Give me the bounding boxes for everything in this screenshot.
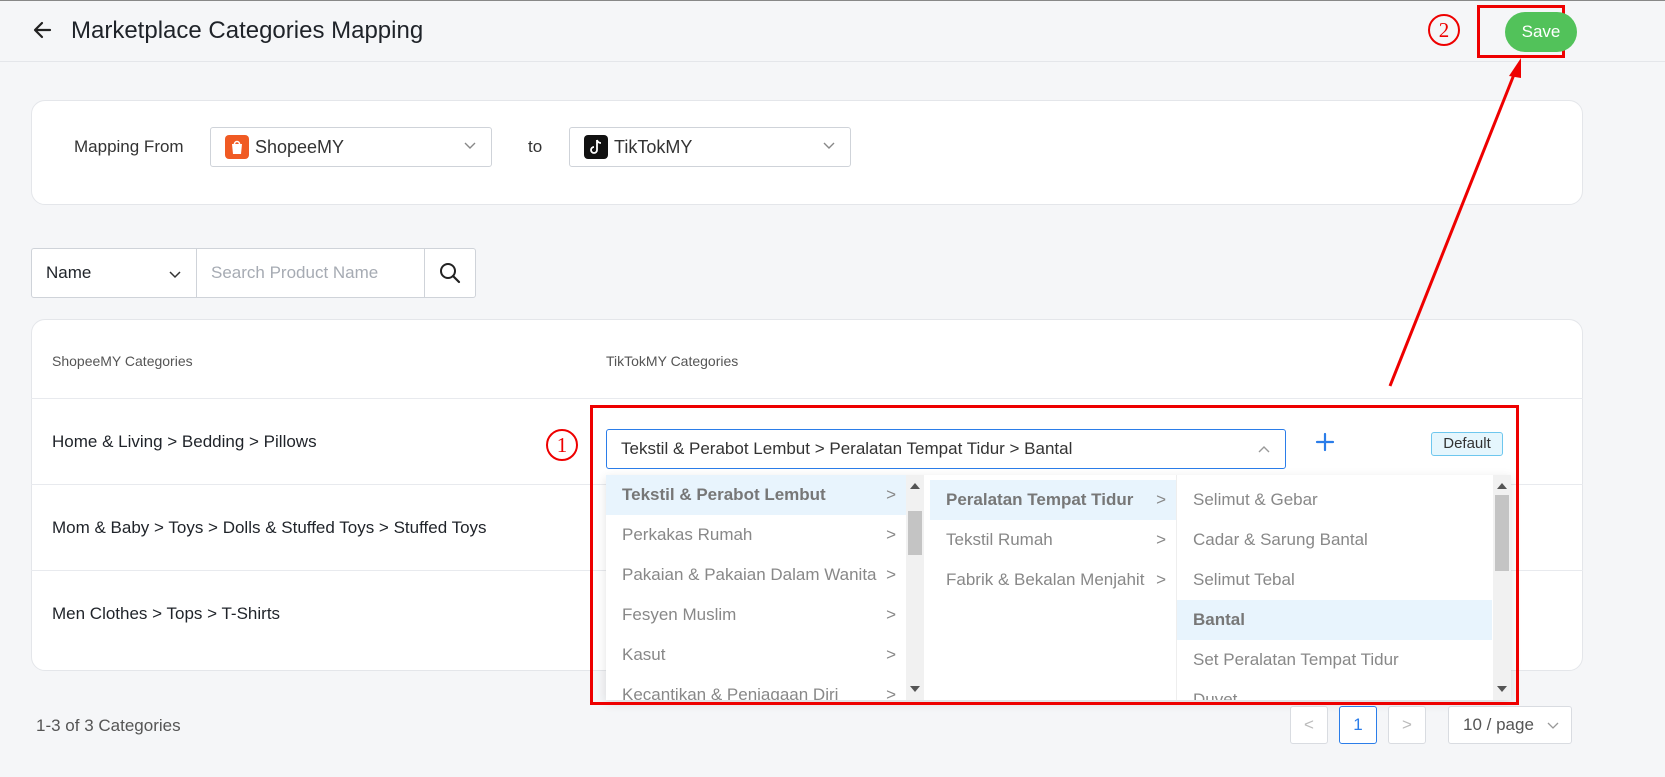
top-border: [0, 0, 1665, 1]
mapping-from-select[interactable]: ShopeeMY: [210, 127, 492, 167]
mapping-to-select[interactable]: TikTokMY: [569, 127, 851, 167]
annotation-step-1: 1: [546, 429, 578, 461]
mapping-card: Mapping From ShopeeMY to TikTokMY: [31, 100, 1583, 205]
search-button[interactable]: [425, 248, 476, 298]
mapping-from-value: ShopeeMY: [255, 136, 345, 157]
mapping-to-value: TikTokMY: [614, 136, 693, 157]
table-header-target: TikTokMY Categories: [606, 353, 739, 369]
mapping-from-label: Mapping From: [74, 137, 184, 156]
page-size-value: 10 / page: [1463, 715, 1534, 734]
save-button[interactable]: Save: [1505, 12, 1577, 52]
search-bar: Name: [31, 248, 476, 298]
table-row-source: Home & Living > Bedding > Pillows: [52, 432, 317, 451]
prev-page-button[interactable]: <: [1290, 706, 1328, 744]
annotation-box-category: [590, 405, 1519, 705]
page-number-button[interactable]: 1: [1339, 706, 1377, 744]
chevron-down-icon: [464, 142, 476, 149]
page-size-select[interactable]: 10 / page: [1448, 706, 1572, 744]
row-divider: [31, 398, 1583, 399]
shopee-logo-icon: [225, 135, 249, 159]
chevron-down-icon: [1547, 722, 1559, 729]
annotation-step-2: 2: [1428, 14, 1460, 46]
search-field-select[interactable]: Name: [31, 248, 196, 298]
pagination-info: 1-3 of 3 Categories: [36, 716, 181, 735]
search-input[interactable]: [196, 248, 425, 298]
search-field-value: Name: [46, 263, 92, 282]
search-icon: [440, 263, 461, 284]
chevron-down-icon: [169, 271, 181, 279]
back-arrow-icon[interactable]: [30, 14, 58, 46]
next-page-button[interactable]: >: [1388, 706, 1426, 744]
table-row-source: Men Clothes > Tops > T-Shirts: [52, 604, 281, 623]
page-header: Marketplace Categories Mapping: [0, 0, 1665, 62]
table-header-source: ShopeeMY Categories: [52, 353, 193, 369]
table-row-source: Mom & Baby > Toys > Dolls & Stuffed Toys…: [52, 518, 487, 537]
mapping-to-label: to: [528, 137, 543, 156]
chevron-down-icon: [823, 142, 835, 149]
page-title: Marketplace Categories Mapping: [71, 17, 424, 44]
tiktok-logo-icon: [584, 135, 608, 159]
